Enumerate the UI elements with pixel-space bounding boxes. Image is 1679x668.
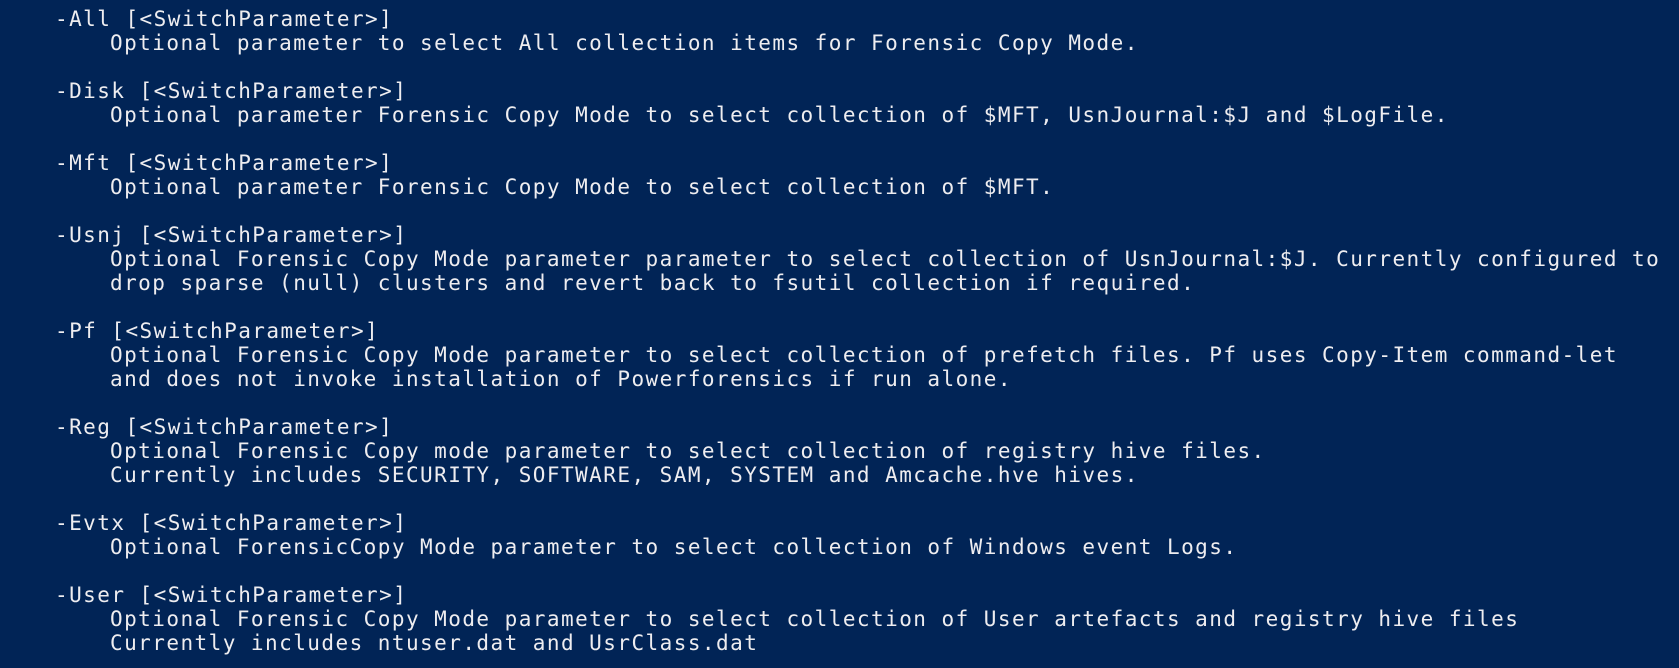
powershell-console-output[interactable]: -All [<SwitchParameter>] Optional parame… bbox=[0, 0, 1679, 668]
param-usnj-description-line-2: drop sparse (null) clusters and revert b… bbox=[110, 271, 1196, 295]
param-pf-name: -Pf [<SwitchParameter>] bbox=[55, 319, 380, 343]
param-evtx-name: -Evtx [<SwitchParameter>] bbox=[55, 511, 408, 535]
param-usnj-name: -Usnj [<SwitchParameter>] bbox=[55, 223, 408, 247]
param-user-description-line-2: Currently includes ntuser.dat and UsrCla… bbox=[110, 631, 759, 655]
param-mft-name: -Mft [<SwitchParameter>] bbox=[55, 151, 394, 175]
param-mft-description: Optional parameter Forensic Copy Mode to… bbox=[110, 175, 1055, 199]
param-reg-description-line-2: Currently includes SECURITY, SOFTWARE, S… bbox=[110, 463, 1139, 487]
param-reg-name: -Reg [<SwitchParameter>] bbox=[55, 415, 394, 439]
param-disk-description: Optional parameter Forensic Copy Mode to… bbox=[110, 103, 1449, 127]
param-user-name: -User [<SwitchParameter>] bbox=[55, 583, 408, 607]
param-user-description-line-1: Optional Forensic Copy Mode parameter to… bbox=[110, 607, 1520, 631]
param-pf-description-line-1: Optional Forensic Copy Mode parameter to… bbox=[110, 343, 1618, 367]
param-disk-name: -Disk [<SwitchParameter>] bbox=[55, 79, 408, 103]
param-all-name: -All [<SwitchParameter>] bbox=[55, 7, 394, 31]
param-all-description: Optional parameter to select All collect… bbox=[110, 31, 1139, 55]
param-evtx-description: Optional ForensicCopy Mode parameter to … bbox=[110, 535, 1238, 559]
param-reg-description-line-1: Optional Forensic Copy mode parameter to… bbox=[110, 439, 1266, 463]
param-pf-description-line-2: and does not invoke installation of Powe… bbox=[110, 367, 1012, 391]
param-usnj-description-line-1: Optional Forensic Copy Mode parameter pa… bbox=[110, 247, 1661, 271]
